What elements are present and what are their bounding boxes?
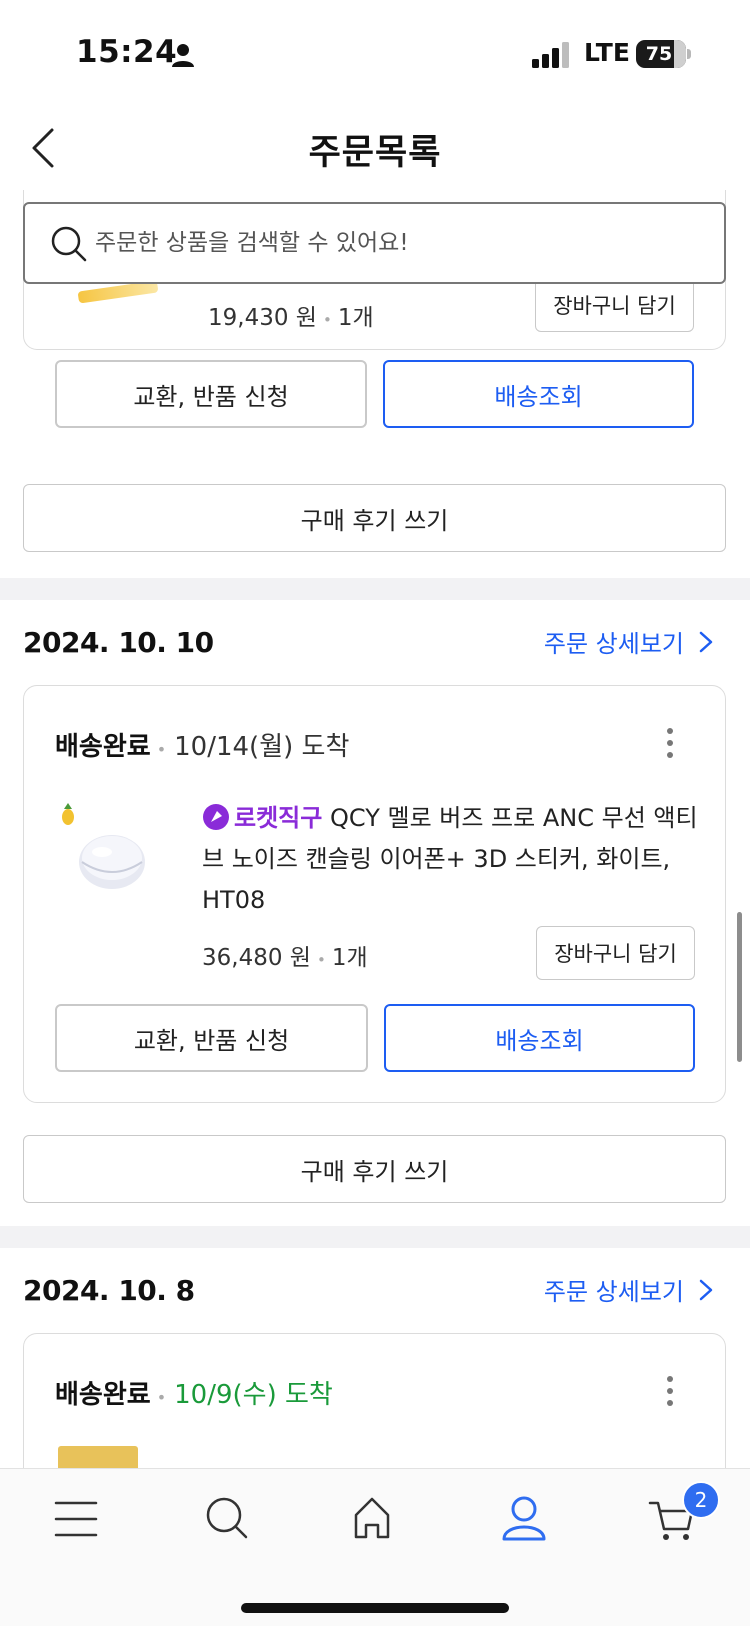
- status-label: 배송완료: [55, 732, 151, 762]
- search-input[interactable]: [95, 214, 695, 272]
- status-time: 15:24: [76, 34, 178, 70]
- search-icon: [51, 226, 87, 262]
- order-card: 배송완료 • 10/14(월) 도착 로켓직구 QCY 멜로 버즈 프로 ANC…: [23, 685, 726, 1103]
- order-list[interactable]: 19,430 원 • 1개 장바구니 담기 교환, 반품 신청 배송조회 구매 후기…: [0, 190, 750, 1468]
- price: 36,480 원: [202, 945, 311, 971]
- chevron-right-icon: [699, 631, 713, 652]
- more-options-icon[interactable]: [665, 1376, 675, 1412]
- section-divider: [0, 1226, 750, 1248]
- menu-icon[interactable]: [52, 1489, 112, 1549]
- return-request-button[interactable]: 교환, 반품 신청: [55, 1004, 368, 1072]
- add-to-cart-button[interactable]: 장바구니 담기: [536, 926, 695, 980]
- section-divider: [0, 578, 750, 600]
- price: 19,430 원: [208, 305, 317, 331]
- price-line: 19,430 원 • 1개: [208, 305, 374, 331]
- header: 주문목록: [0, 110, 750, 190]
- tracking-button[interactable]: 배송조회: [384, 1004, 695, 1072]
- order-detail-label: 주문 상세보기: [543, 1278, 684, 1306]
- quantity: 1개: [331, 945, 368, 971]
- order-detail-link[interactable]: 주문 상세보기: [544, 1272, 714, 1307]
- delivery-status: 배송완료 • 10/14(월) 도착: [55, 726, 349, 763]
- write-review-button[interactable]: 구매 후기 쓰기: [23, 484, 726, 552]
- add-to-cart-button[interactable]: 장바구니 담기: [535, 278, 694, 332]
- price-line: 36,480 원 • 1개: [202, 945, 368, 971]
- signal-icon: [532, 42, 569, 68]
- write-review-button[interactable]: 구매 후기 쓰기: [23, 1135, 726, 1203]
- order-detail-label: 주문 상세보기: [543, 630, 684, 658]
- battery-icon: 75: [636, 40, 691, 68]
- page-title: 주문목록: [308, 133, 442, 173]
- pineapple-icon: [62, 803, 74, 825]
- cart-count-badge: 2: [682, 1481, 720, 1519]
- product-thumbnail-partial: [58, 1446, 138, 1468]
- person-icon: [172, 44, 194, 67]
- scrollbar[interactable]: [737, 912, 742, 1062]
- product-name[interactable]: 로켓직구 QCY 멜로 버즈 프로 ANC 무선 액티브 노이즈 캔슬링 이어폰…: [202, 798, 702, 921]
- bottom-tab-bar: 2: [0, 1468, 750, 1626]
- order-date: 2024. 10. 10: [23, 626, 214, 659]
- more-options-icon[interactable]: [665, 728, 675, 764]
- search-icon[interactable]: [202, 1489, 262, 1549]
- arrival-date: 10/14(월) 도착: [174, 732, 350, 762]
- tracking-button[interactable]: 배송조회: [383, 360, 694, 428]
- earbuds-product-image[interactable]: [54, 800, 158, 904]
- delivery-status: 배송완료 • 10/9(수) 도착: [55, 1374, 333, 1411]
- network-label: LTE: [584, 38, 630, 67]
- chevron-right-icon: [699, 1279, 713, 1300]
- search-box: [23, 202, 726, 284]
- rocket-icon: [203, 804, 229, 830]
- home-indicator: [241, 1603, 509, 1613]
- return-request-button[interactable]: 교환, 반품 신청: [55, 360, 367, 428]
- status-label: 배송완료: [55, 1380, 151, 1410]
- quantity: 1개: [337, 305, 374, 331]
- order-detail-link[interactable]: 주문 상세보기: [544, 624, 714, 659]
- order-card: 배송완료 • 10/9(수) 도착: [23, 1333, 726, 1468]
- order-date: 2024. 10. 8: [23, 1274, 195, 1307]
- status-bar: 15:24 LTE 75: [0, 0, 750, 110]
- my-page-icon[interactable]: [500, 1489, 560, 1549]
- battery-level: 75: [645, 43, 673, 65]
- arrival-date: 10/9(수) 도착: [174, 1380, 333, 1410]
- rocket-direct-badge: 로켓직구: [202, 804, 322, 832]
- home-icon[interactable]: [350, 1489, 410, 1549]
